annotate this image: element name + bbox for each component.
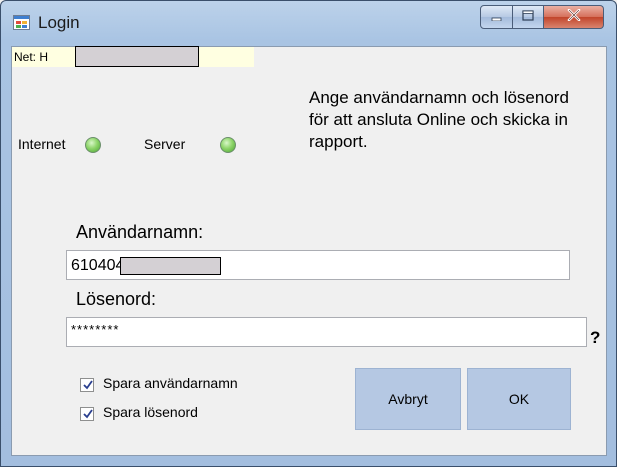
server-status-icon: [220, 137, 236, 153]
internet-label: Internet: [18, 136, 66, 152]
server-label: Server: [144, 136, 186, 152]
caption-buttons: [480, 5, 604, 29]
minimize-icon: [491, 8, 503, 26]
maximize-icon: [522, 8, 534, 26]
minimize-button[interactable]: [480, 5, 513, 29]
save-username-checkbox[interactable]: [80, 378, 94, 392]
close-icon: [567, 8, 581, 26]
net-status-bar: Net: H: [12, 46, 254, 67]
dialog-body: Net: H Internet Server Ange användarnamn…: [11, 46, 607, 456]
ok-button-label: OK: [508, 391, 530, 407]
title-bar[interactable]: Login: [1, 1, 616, 43]
window-title: Login: [38, 13, 80, 32]
username-value: 610404: [71, 257, 125, 274]
close-button[interactable]: [544, 5, 604, 29]
internet-status-icon: [85, 137, 101, 153]
ok-button[interactable]: OK: [467, 368, 571, 430]
cancel-button[interactable]: Avbryt: [355, 368, 461, 430]
username-label: Användarnamn:: [76, 222, 204, 242]
save-username-label[interactable]: Spara användarnamn: [103, 375, 238, 391]
help-question-mark[interactable]: ?: [590, 328, 600, 348]
password-input[interactable]: ********: [66, 317, 587, 347]
login-window: Login Net: H Internet Server Ange använd…: [0, 0, 617, 467]
redacted-net-name: [75, 46, 199, 67]
save-password-label[interactable]: Spara lösenord: [103, 404, 198, 420]
instructions-text: Ange användarnamn och lösenord för att a…: [309, 88, 569, 151]
password-value: ********: [71, 322, 120, 337]
app-icon: [13, 15, 30, 30]
cancel-button-label: Avbryt: [388, 391, 428, 407]
net-label: Net: H: [14, 50, 49, 64]
maximize-button[interactable]: [513, 5, 544, 29]
password-label: Lösenord:: [76, 289, 157, 309]
redacted-username: [120, 257, 221, 275]
save-password-checkbox[interactable]: [80, 407, 94, 421]
